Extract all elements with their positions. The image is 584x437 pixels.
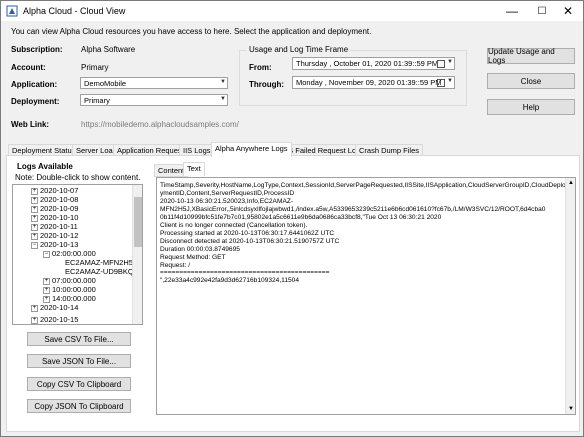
scroll-down-icon[interactable]: ▼ xyxy=(567,406,575,412)
chevron-down-icon: ▼ xyxy=(447,59,453,65)
deployment-label: Deployment: xyxy=(11,97,60,106)
tree-item[interactable]: +14:00:00.000 xyxy=(43,294,96,303)
log-line: 2020-10-13 06:30:21.520023,Info,EC2AMAZ- xyxy=(160,198,294,205)
weblink-value[interactable]: https://mobiledemo.alphacloudsamples.com… xyxy=(81,120,239,129)
tree-item[interactable]: +07:00:00.000 xyxy=(43,276,96,285)
tree-item[interactable]: EC2AMAZ-UD9BKQ1 xyxy=(65,267,138,276)
account-label: Account: xyxy=(11,63,46,72)
app-window: Alpha Cloud - Cloud View — ☐ ✕ You can v… xyxy=(0,0,584,437)
from-label: From: xyxy=(249,63,272,72)
log-line: Duration 00:00:03.8749695 xyxy=(160,246,240,253)
subtab-text[interactable]: Text xyxy=(183,162,205,176)
log-scrollbar[interactable]: ▲ ▼ xyxy=(565,178,575,414)
from-date-value: Thursday , October 01, 2020 01:39::59 PM xyxy=(296,59,439,68)
log-line: Request: / xyxy=(160,262,191,269)
close-icon: ✕ xyxy=(562,4,574,18)
expand-icon[interactable]: + xyxy=(31,223,38,231)
expand-icon[interactable]: + xyxy=(31,316,38,324)
intro-text: You can view Alpha Cloud resources you h… xyxy=(11,27,372,36)
title-bar: Alpha Cloud - Cloud View — ☐ ✕ xyxy=(1,1,583,21)
log-line: ========================================… xyxy=(160,269,330,276)
tree-item[interactable]: +10:00:00.000 xyxy=(43,285,96,294)
chevron-down-icon: ▼ xyxy=(447,78,453,84)
calendar-icon xyxy=(437,79,445,87)
log-text-area[interactable]: TimeStamp,Severity,HostName,LogType,Cont… xyxy=(156,177,576,415)
window-title: Alpha Cloud - Cloud View xyxy=(23,6,126,16)
through-date-value: Monday , November 09, 2020 01:39::59 PM xyxy=(296,78,442,87)
expand-icon[interactable]: + xyxy=(31,205,38,213)
from-datepicker[interactable]: Thursday , October 01, 2020 01:39::59 PM… xyxy=(292,57,455,70)
weblink-label: Web Link: xyxy=(11,120,50,129)
account-value: Primary xyxy=(81,63,109,72)
collapse-icon[interactable]: − xyxy=(43,250,50,258)
log-line: Request Method: GET xyxy=(160,254,226,261)
logs-heading: Logs Available xyxy=(17,162,73,171)
subscription-value: Alpha Software xyxy=(81,45,136,54)
close-button[interactable]: Close xyxy=(487,73,575,89)
maximize-icon: ☐ xyxy=(537,5,547,17)
deployment-select-value: Primary xyxy=(84,96,110,105)
save-json-button[interactable]: Save JSON To File... xyxy=(27,354,131,368)
log-line: ",22e33a4c992e42fa9d3d62716b109324,11504 xyxy=(160,277,299,284)
tree-item[interactable]: +2020-10-12 xyxy=(31,231,78,240)
tree-item[interactable]: −2020-10-13 xyxy=(31,240,78,249)
chevron-down-icon: ▼ xyxy=(220,96,226,102)
log-line: Disconnect detected at 2020-10-13T06:30:… xyxy=(160,238,340,245)
subscription-label: Subscription: xyxy=(11,45,63,54)
collapse-icon[interactable]: − xyxy=(31,241,38,249)
deployment-select[interactable]: Primary ▼ xyxy=(80,94,228,106)
expand-icon[interactable]: + xyxy=(31,196,38,204)
log-line: MFN2H5J,XBasicError,,5inlcdsyxllfojlajwb… xyxy=(160,206,546,213)
copy-json-button[interactable]: Copy JSON To Clipboard xyxy=(27,399,131,413)
scrollbar-thumb[interactable] xyxy=(134,197,142,247)
log-line: 0b11f4d10999bfc51fe7b7c01,95802e1a5c6611… xyxy=(160,214,442,221)
tree-item[interactable]: −02:00:00.000 xyxy=(43,249,96,258)
chevron-down-icon: ▼ xyxy=(220,79,226,85)
tree-item[interactable]: +2020-10-15 xyxy=(31,315,78,324)
calendar-icon xyxy=(437,60,445,68)
application-select-value: DemoMobile xyxy=(84,79,127,88)
tree-scrollbar[interactable] xyxy=(132,185,142,324)
expand-icon[interactable]: + xyxy=(43,295,50,303)
tree-item[interactable]: +2020-10-09 xyxy=(31,204,78,213)
help-button[interactable]: Help xyxy=(487,99,575,115)
tree-item[interactable]: +2020-10-07 xyxy=(31,186,78,195)
logs-note: Note: Double-click to show content. xyxy=(15,173,141,182)
app-icon xyxy=(6,5,18,17)
logs-tree[interactable]: +2020-10-07 +2020-10-08 +2020-10-09 +202… xyxy=(12,184,143,325)
tree-item[interactable]: EC2AMAZ-MFN2H5J xyxy=(65,258,137,267)
close-window-button[interactable]: ✕ xyxy=(553,1,583,21)
tree-item[interactable]: +2020-10-14 xyxy=(31,303,78,312)
copy-csv-button[interactable]: Copy CSV To Clipboard xyxy=(27,377,131,391)
update-usage-button[interactable]: Update Usage and Logs xyxy=(487,47,575,65)
through-label: Through: xyxy=(249,80,285,89)
minimize-icon: — xyxy=(506,4,518,18)
log-line: TimeStamp,Severity,HostName,LogType,Cont… xyxy=(160,182,566,189)
expand-icon[interactable]: + xyxy=(31,232,38,240)
tab-alpha-anywhere-logs[interactable]: Alpha Anywhere Logs xyxy=(211,142,292,157)
through-datepicker[interactable]: Monday , November 09, 2020 01:39::59 PM … xyxy=(292,76,455,89)
timeframe-group-label: Usage and Log Time Frame xyxy=(247,45,351,54)
application-label: Application: xyxy=(11,80,58,89)
expand-icon[interactable]: + xyxy=(31,304,38,312)
expand-icon[interactable]: + xyxy=(43,286,50,294)
scroll-up-icon[interactable]: ▲ xyxy=(567,180,575,186)
tree-item[interactable]: +2020-10-08 xyxy=(31,195,78,204)
log-line: Processing started at 2020-10-13T06:30:1… xyxy=(160,230,335,237)
log-line: ymentID,Content,ServerRequestID,ProcessI… xyxy=(160,190,295,197)
log-line: Client is no longer connected (Cancellat… xyxy=(160,222,308,229)
save-csv-button[interactable]: Save CSV To File... xyxy=(27,332,131,346)
application-select[interactable]: DemoMobile ▼ xyxy=(80,77,228,89)
expand-icon[interactable]: + xyxy=(43,277,50,285)
expand-icon[interactable]: + xyxy=(31,214,38,222)
tree-item[interactable]: +2020-10-11 xyxy=(31,222,78,231)
expand-icon[interactable]: + xyxy=(31,187,38,195)
tree-item[interactable]: +2020-10-10 xyxy=(31,213,78,222)
minimize-button[interactable]: — xyxy=(497,1,527,21)
